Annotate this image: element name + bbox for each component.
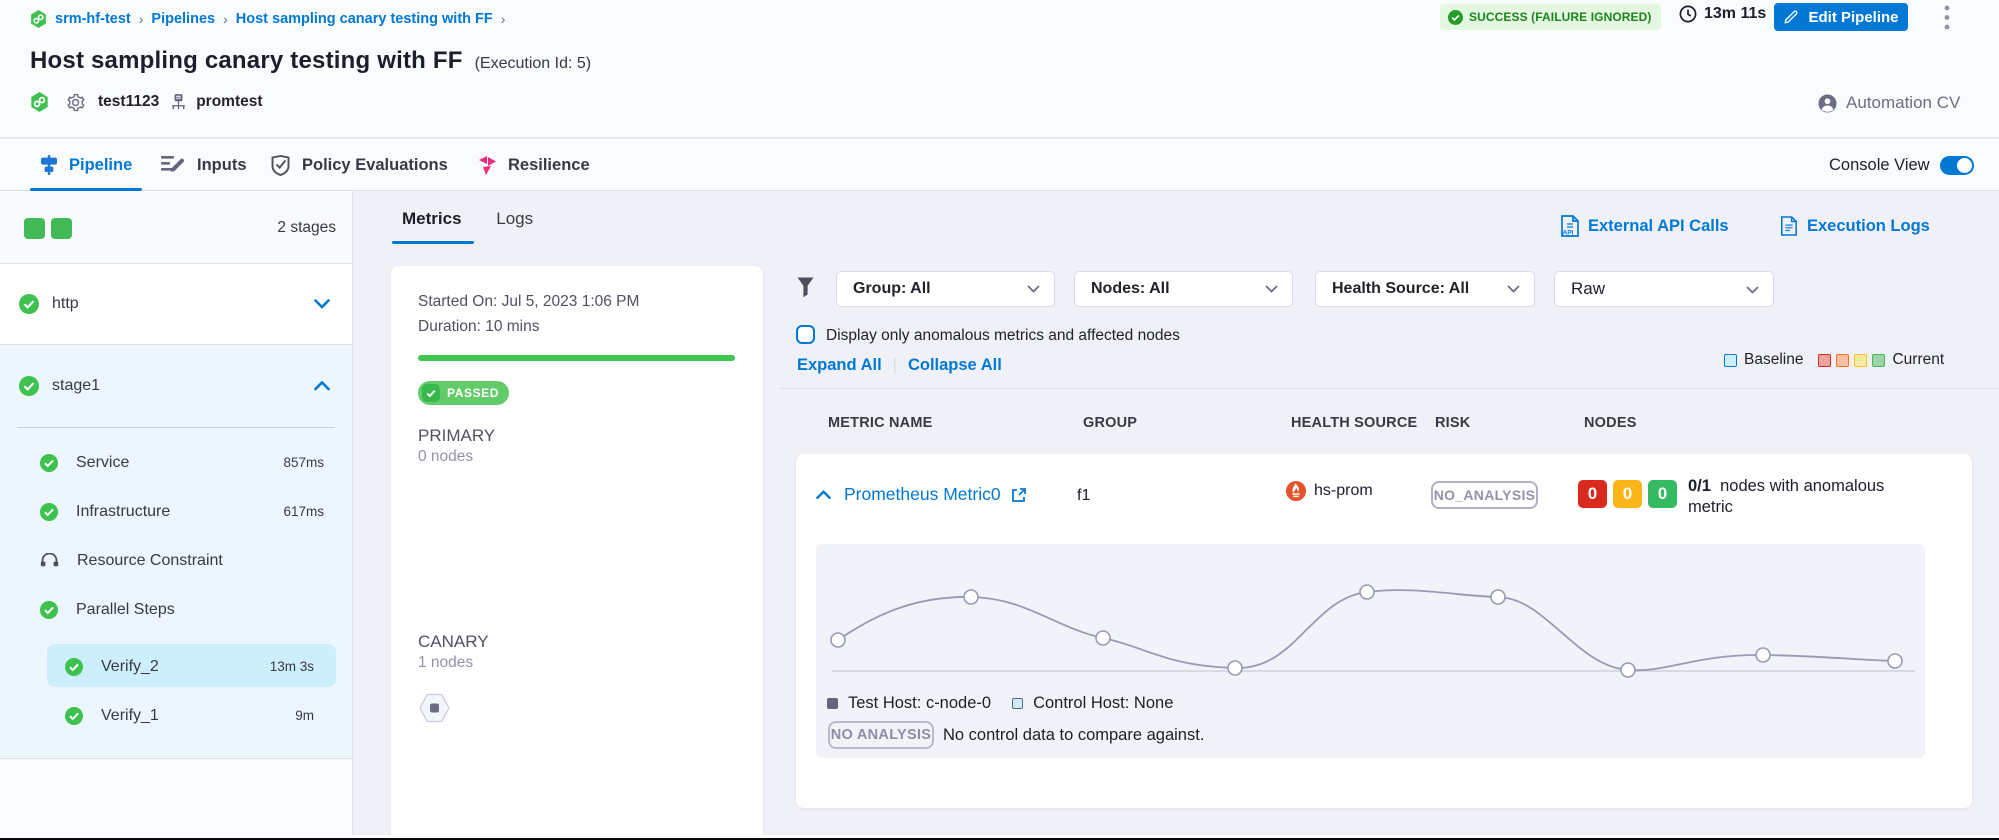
svg-text:API: API (1563, 230, 1574, 237)
